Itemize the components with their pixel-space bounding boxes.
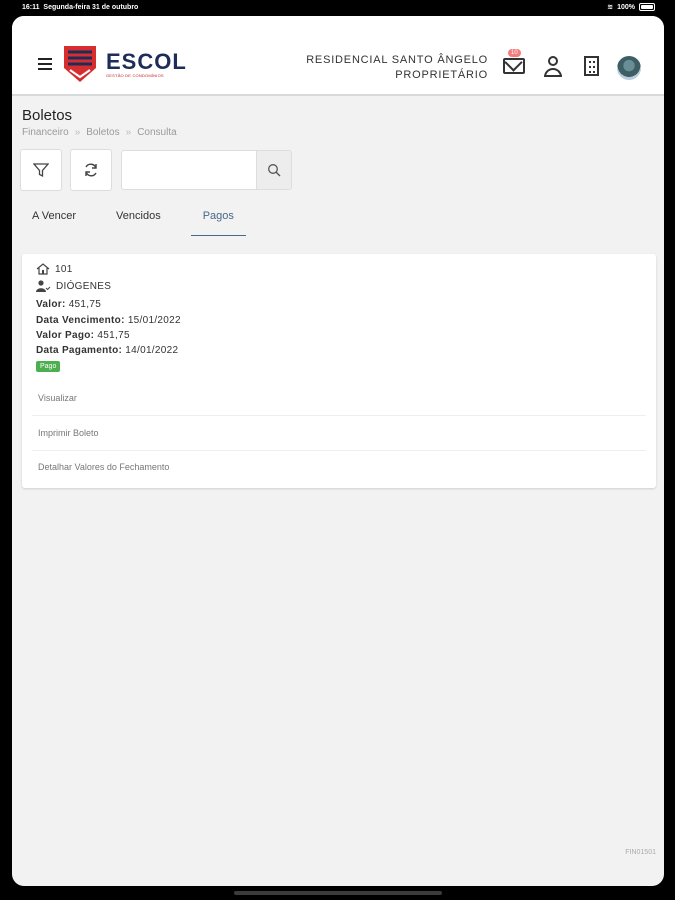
status-time: 16:11 Segunda-feira 31 de outubro [22,4,139,11]
visualizar-action[interactable]: Visualizar [32,382,646,416]
status-bar: 16:11 Segunda-feira 31 de outubro ≋ 100% [0,0,675,16]
valor-line: Valor: 451,75 [36,299,102,310]
mail-badge: 10 [508,49,521,57]
valor-pago-line: Valor Pago: 451,75 [36,330,130,341]
vencimento-value: 15/01/2022 [127,315,181,326]
page-title: Boletos [22,107,73,124]
wifi-icon: ≋ [607,4,614,11]
home-icon [36,263,50,275]
escol-logo: ESCOL GESTÃO DE CONDOMÍNIOS [64,46,187,82]
app-screen: ESCOL GESTÃO DE CONDOMÍNIOS RESIDENCIAL … [12,16,664,886]
tab-bar: A Vencer Vencidos Pagos [22,202,266,236]
tab-pagos[interactable]: Pagos [190,202,246,236]
breadcrumb-item[interactable]: Financeiro [22,127,69,138]
imprimir-boleto-action[interactable]: Imprimir Boleto [32,417,646,451]
status-badge: Pago [36,361,61,372]
pagamento-value: 14/01/2022 [125,345,179,356]
breadcrumb-separator-icon: » [125,127,132,138]
building-icon[interactable] [584,56,599,76]
status-right: ≋ 100% [607,3,655,11]
unit-line: 101 [36,263,73,275]
user-role: PROPRIETÁRIO [395,69,488,81]
valor-value: 451,75 [68,299,102,310]
tab-a-vencer[interactable]: A Vencer [22,202,86,236]
pagamento-line: Data Pagamento: 14/01/2022 [36,345,179,356]
home-indicator[interactable] [234,891,442,895]
screen-code: FIN01501 [625,849,656,856]
condo-info[interactable]: RESIDENCIAL SANTO ÂNGELO PROPRIETÁRIO [306,53,488,83]
search-icon [268,164,281,177]
breadcrumb: Financeiro » Boletos » Consulta [22,127,177,138]
app-header: ESCOL GESTÃO DE CONDOMÍNIOS RESIDENCIAL … [12,16,664,96]
valor-pago-value: 451,75 [97,330,130,341]
filter-button[interactable] [20,149,62,191]
tab-vencidos[interactable]: Vencidos [106,202,171,236]
search-button[interactable] [256,150,292,190]
breadcrumb-separator-icon: » [74,127,81,138]
brand-name: ESCOL [106,48,187,74]
condo-name: RESIDENCIAL SANTO ÂNGELO [306,54,488,66]
breadcrumb-item: Consulta [137,127,177,138]
owner-name: DIÓGENES [56,280,112,292]
battery-percent: 100% [617,3,635,11]
avatar[interactable] [617,56,641,80]
battery-icon [639,3,655,11]
detalhar-valores-action[interactable]: Detalhar Valores do Fechamento [32,451,646,485]
user-icon[interactable] [543,56,563,78]
breadcrumb-item[interactable]: Boletos [86,127,119,138]
boleto-card: 101 DIÓGENES Valor: 451,75 Data Vencimen… [22,254,656,488]
shield-logo-icon [64,46,96,82]
refresh-icon [85,163,97,177]
mail-icon[interactable] [503,58,525,74]
unit-number: 101 [55,263,73,275]
user-check-icon [36,280,51,292]
hamburger-menu-icon[interactable] [38,58,52,70]
vencimento-line: Data Vencimento: 15/01/2022 [36,315,181,326]
refresh-button[interactable] [70,149,112,191]
search-input[interactable] [121,150,257,190]
owner-line: DIÓGENES [36,280,111,292]
filter-icon [33,163,49,178]
